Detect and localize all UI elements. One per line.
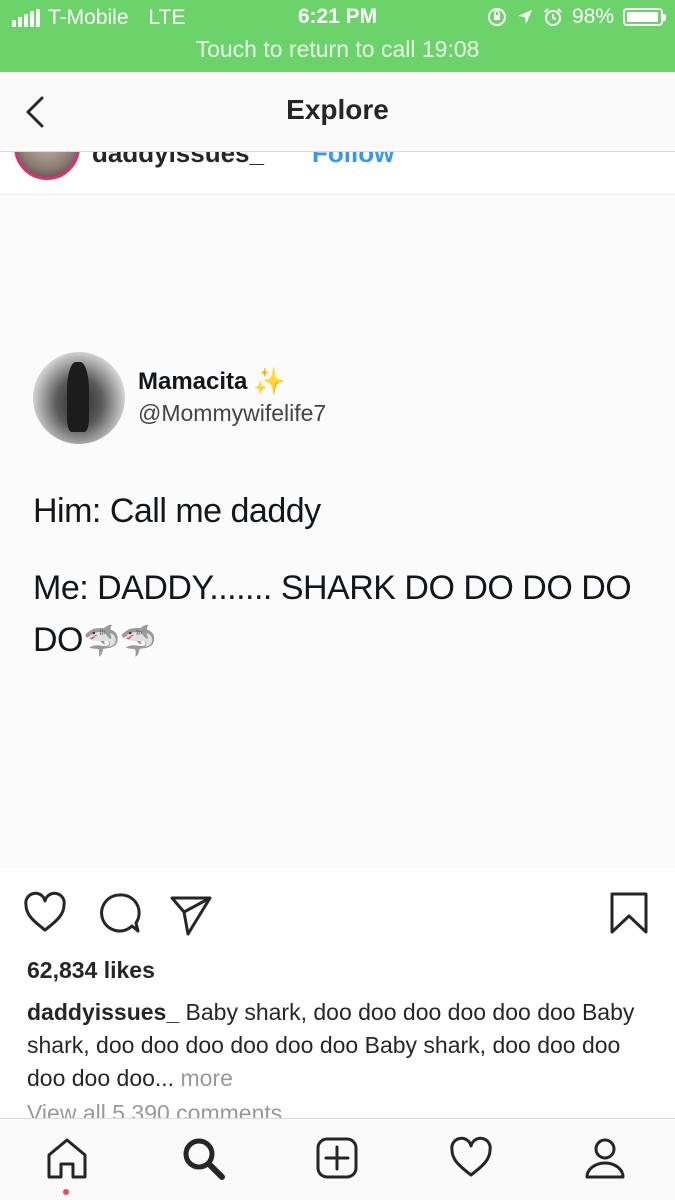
send-icon [170, 896, 212, 936]
search-icon [183, 1138, 225, 1180]
heart-icon [24, 891, 66, 932]
tab-profile[interactable] [582, 1135, 628, 1181]
orientation-lock-icon [487, 8, 506, 26]
sparkles-icon: ✨ [253, 366, 286, 396]
location-icon [517, 10, 532, 24]
tab-bar [0, 1118, 675, 1200]
tweet-name: Mamacita ✨ [138, 366, 286, 397]
add-post-icon [316, 1137, 358, 1179]
caption-username[interactable]: daddyissues_ [27, 999, 179, 1025]
tab-home[interactable] [44, 1135, 90, 1181]
activity-heart-icon [450, 1136, 492, 1177]
home-notification-dot [63, 1189, 69, 1195]
avatar[interactable] [14, 152, 80, 180]
home-icon [47, 1138, 87, 1179]
comment-icon [100, 893, 141, 933]
post-caption: daddyissues_ Baby shark, doo doo doo doo… [27, 996, 657, 1095]
post-username[interactable]: daddyissues_ [92, 152, 264, 169]
tab-new-post[interactable] [314, 1135, 360, 1181]
tweet-text-line-2: Me: DADDY....... SHARK DO DO DO DO DO🦈🦈 [33, 562, 663, 668]
call-status-area[interactable]: T-Mobile LTE 6:21 PM 98% Touch to return… [0, 0, 675, 72]
shark-emoji: 🦈🦈 [83, 625, 157, 658]
view-comments-link[interactable]: View all 5,390 comments [27, 1100, 282, 1118]
tweet-name-text: Mamacita [138, 367, 248, 395]
return-to-call-banner[interactable]: Touch to return to call 19:08 [0, 36, 675, 63]
comment-button[interactable] [96, 890, 142, 936]
alarm-icon [544, 8, 562, 26]
battery-icon [623, 8, 666, 26]
tweet-text-line-1: Him: Call me daddy [33, 492, 321, 530]
more-link[interactable]: more [180, 1065, 232, 1091]
save-button[interactable] [606, 890, 652, 936]
tab-search[interactable] [180, 1135, 226, 1181]
post-header: daddyissues_ Follow [0, 152, 675, 195]
bookmark-icon [610, 892, 648, 934]
tweet-avatar [33, 352, 125, 444]
navigation-bar: Explore [0, 72, 675, 152]
page-title: Explore [286, 94, 389, 125]
battery-percent: 98% [571, 5, 614, 28]
like-count[interactable]: 62,834 likes [27, 957, 155, 984]
post-actions [0, 880, 675, 944]
follow-button[interactable]: Follow [312, 152, 394, 169]
profile-icon [585, 1138, 625, 1179]
status-right: 98% [487, 5, 666, 29]
share-button[interactable] [168, 890, 214, 936]
tweet-handle: @Mommywifelife7 [138, 400, 327, 426]
battery-fill [627, 12, 659, 22]
tab-activity[interactable] [448, 1135, 494, 1181]
post-image[interactable]: Mamacita ✨ @Mommywifelife7 Him: Call me … [0, 196, 675, 868]
status-bar: T-Mobile LTE 6:21 PM 98% [0, 0, 675, 36]
like-button[interactable] [22, 890, 68, 936]
